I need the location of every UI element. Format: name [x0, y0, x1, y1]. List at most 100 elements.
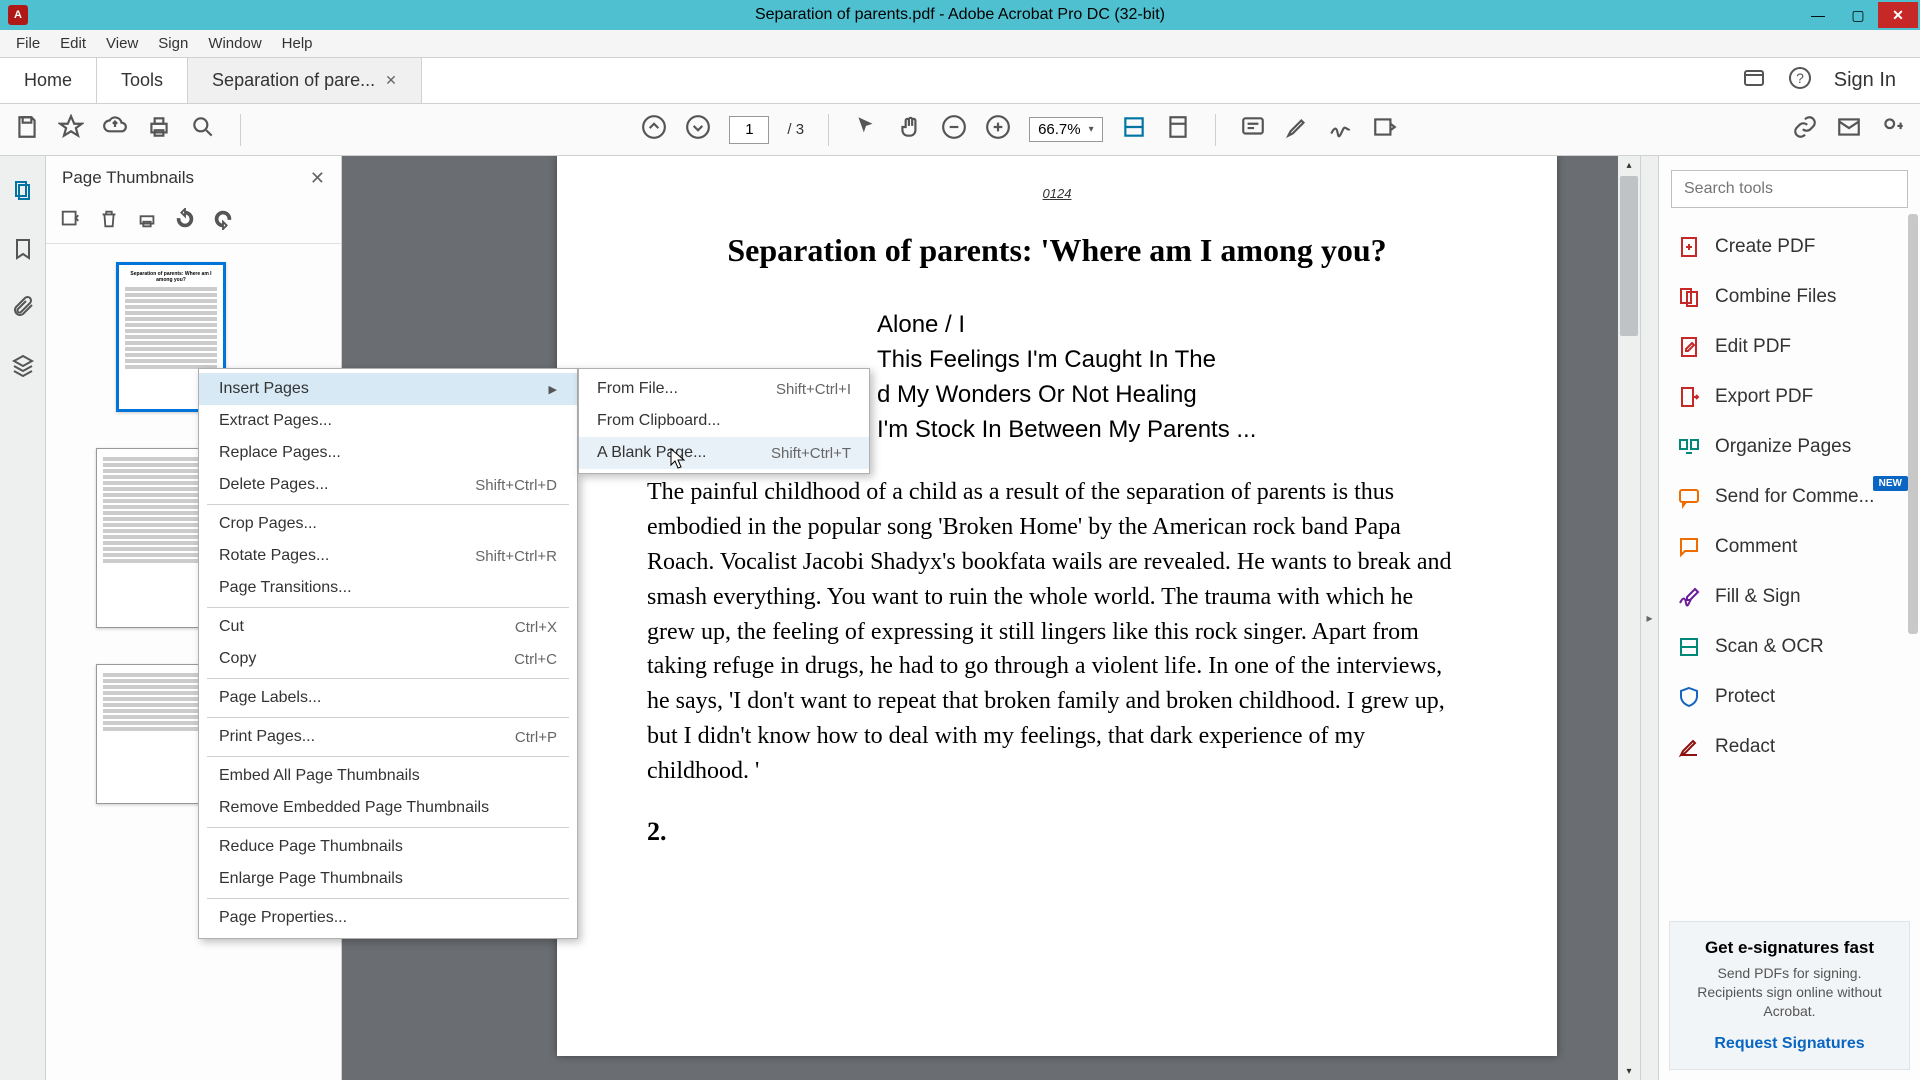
tabbar: Home Tools Separation of pare... ✕ ? Sig… — [0, 58, 1920, 104]
scroll-thumb[interactable] — [1620, 176, 1638, 336]
share-icon[interactable] — [1880, 114, 1906, 145]
menu-sign[interactable]: Sign — [148, 31, 198, 56]
rightpanel-toggle[interactable]: ▸ — [1640, 156, 1658, 1080]
comment-note-icon[interactable] — [1240, 114, 1266, 145]
scroll-up-icon[interactable]: ▴ — [1618, 156, 1640, 174]
ctx-print-pages[interactable]: Print Pages...Ctrl+P — [199, 721, 577, 753]
tool-label: Scan & OCR — [1715, 636, 1824, 658]
ctx-replace-pages[interactable]: Replace Pages... — [199, 437, 577, 469]
email-icon[interactable] — [1836, 114, 1862, 145]
thumbnail-page-3[interactable] — [96, 664, 206, 804]
tab-document[interactable]: Separation of pare... ✕ — [188, 58, 422, 103]
tool-fill-sign[interactable]: Fill & Sign — [1659, 572, 1920, 622]
page-number-input[interactable] — [729, 116, 769, 144]
attachments-rail-icon[interactable] — [8, 292, 38, 322]
ctx-item-label: From File... — [597, 380, 678, 398]
close-button[interactable]: ✕ — [1878, 2, 1918, 28]
thumb-print-icon[interactable] — [136, 208, 158, 235]
tool-create-pdf[interactable]: Create PDF — [1659, 222, 1920, 272]
tool-organize[interactable]: Organize Pages — [1659, 422, 1920, 472]
tool-export-pdf[interactable]: Export PDF — [1659, 372, 1920, 422]
fit-page-icon[interactable] — [1165, 114, 1191, 145]
highlight-icon[interactable] — [1284, 114, 1310, 145]
ctx-enlarge[interactable]: Enlarge Page Thumbnails — [199, 863, 577, 895]
thumb-options-icon[interactable] — [60, 208, 82, 235]
layers-rail-icon[interactable] — [8, 350, 38, 380]
tool-redact[interactable]: Redact — [1659, 722, 1920, 772]
ctx-embed-all[interactable]: Embed All Page Thumbnails — [199, 760, 577, 792]
upload-icon[interactable] — [102, 114, 128, 145]
tab-close-icon[interactable]: ✕ — [385, 72, 397, 89]
ctx-copy[interactable]: CopyCtrl+C — [199, 643, 577, 675]
scroll-down-icon[interactable]: ▾ — [1618, 1062, 1640, 1080]
ctx-rotate-pages[interactable]: Rotate Pages...Shift+Ctrl+R — [199, 540, 577, 572]
ctx-delete-pages[interactable]: Delete Pages...Shift+Ctrl+D — [199, 469, 577, 501]
save-icon[interactable] — [14, 114, 40, 145]
ctx-cut[interactable]: CutCtrl+X — [199, 611, 577, 643]
search-icon[interactable] — [190, 114, 216, 145]
menu-edit[interactable]: Edit — [50, 31, 96, 56]
thumb-rotate-cw-icon[interactable] — [212, 208, 234, 235]
signin-link[interactable]: Sign In — [1834, 69, 1896, 92]
fit-width-icon[interactable] — [1121, 114, 1147, 145]
page-down-icon[interactable] — [685, 114, 711, 145]
tab-tools[interactable]: Tools — [97, 58, 188, 103]
request-signatures-link[interactable]: Request Signatures — [1684, 1035, 1895, 1053]
tools-list: Create PDF Combine Files Edit PDF Export… — [1659, 222, 1920, 911]
help-icon[interactable]: ? — [1788, 66, 1812, 96]
print-icon[interactable] — [146, 114, 172, 145]
selection-tool-icon[interactable] — [853, 114, 879, 145]
bookmarks-rail-icon[interactable] — [8, 234, 38, 264]
tools-scrollbar[interactable] — [1906, 214, 1920, 754]
document-scrollbar[interactable]: ▴ ▾ — [1618, 156, 1640, 1080]
submenu-blank-page[interactable]: A Blank Page...Shift+Ctrl+T — [579, 437, 869, 469]
star-icon[interactable] — [58, 114, 84, 145]
zoom-out-icon[interactable] — [941, 114, 967, 145]
sign-icon[interactable] — [1328, 114, 1354, 145]
esig-description: Send PDFs for signing. Recipients sign o… — [1684, 964, 1895, 1021]
tool-scan-ocr[interactable]: Scan & OCR — [1659, 622, 1920, 672]
tool-comment[interactable]: Comment — [1659, 522, 1920, 572]
notifications-icon[interactable] — [1742, 66, 1766, 96]
ctx-extract-pages[interactable]: Extract Pages... — [199, 405, 577, 437]
hand-tool-icon[interactable] — [897, 114, 923, 145]
link-icon[interactable] — [1792, 114, 1818, 145]
menu-window[interactable]: Window — [198, 31, 271, 56]
ctx-item-label: From Clipboard... — [597, 412, 721, 430]
thumb-delete-icon[interactable] — [98, 208, 120, 235]
tool-label: Edit PDF — [1715, 336, 1791, 358]
menu-view[interactable]: View — [96, 31, 148, 56]
thumb-rotate-ccw-icon[interactable] — [174, 208, 196, 235]
thumbnail-page-2[interactable] — [96, 448, 206, 628]
ctx-remove-embedded[interactable]: Remove Embedded Page Thumbnails — [199, 792, 577, 824]
create-pdf-icon — [1677, 235, 1701, 259]
tool-edit-pdf[interactable]: Edit PDF — [1659, 322, 1920, 372]
tool-combine[interactable]: Combine Files — [1659, 272, 1920, 322]
submenu-from-clipboard[interactable]: From Clipboard... — [579, 405, 869, 437]
ctx-page-transitions[interactable]: Page Transitions... — [199, 572, 577, 604]
submenu-from-file[interactable]: From File...Shift+Ctrl+I — [579, 373, 869, 405]
more-tools-icon[interactable] — [1372, 114, 1398, 145]
thumbnails-rail-icon[interactable] — [8, 176, 38, 206]
maximize-button[interactable]: ▢ — [1838, 2, 1878, 28]
zoom-dropdown[interactable]: 66.7% — [1029, 117, 1103, 142]
menu-help[interactable]: Help — [272, 31, 323, 56]
tab-home[interactable]: Home — [0, 58, 97, 103]
ctx-page-labels[interactable]: Page Labels... — [199, 682, 577, 714]
ctx-insert-pages[interactable]: Insert Pages▶ — [199, 373, 577, 405]
zoom-in-icon[interactable] — [985, 114, 1011, 145]
thumbnails-toolbar — [46, 200, 341, 244]
page-up-icon[interactable] — [641, 114, 667, 145]
ctx-crop-pages[interactable]: Crop Pages... — [199, 508, 577, 540]
tool-protect[interactable]: Protect — [1659, 672, 1920, 722]
tool-label: Create PDF — [1715, 236, 1815, 258]
minimize-button[interactable]: — — [1798, 2, 1838, 28]
ctx-properties[interactable]: Page Properties... — [199, 902, 577, 934]
search-tools-input[interactable] — [1671, 170, 1908, 208]
tools-scroll-thumb[interactable] — [1908, 214, 1918, 634]
tool-send-comment[interactable]: Send for Comme...NEW — [1659, 472, 1920, 522]
ctx-reduce[interactable]: Reduce Page Thumbnails — [199, 831, 577, 863]
menu-file[interactable]: File — [6, 31, 50, 56]
document-paragraph: The painful childhood of a child as a re… — [647, 475, 1467, 788]
thumbnails-close-icon[interactable]: ✕ — [310, 168, 325, 189]
